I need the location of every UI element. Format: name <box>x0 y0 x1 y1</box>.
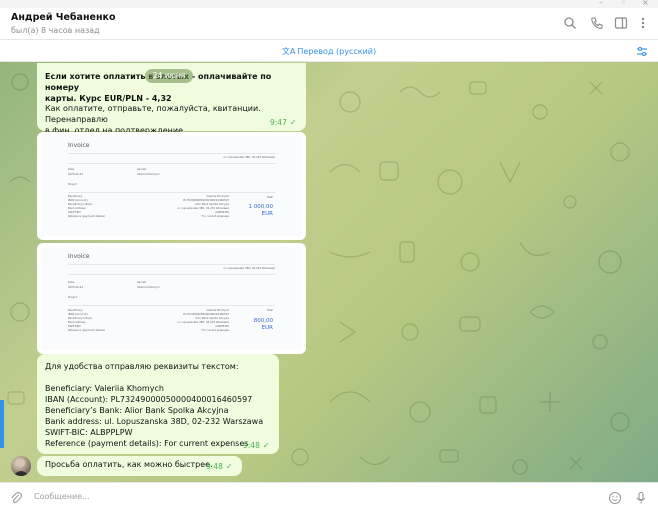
avatar-photo-icon <box>13 459 29 476</box>
maximize-icon[interactable]: ◦ <box>621 0 626 7</box>
invoice-field-label: Date <box>68 168 75 171</box>
message-bubble[interactable]: Для удобства отправляю реквизиты текстом… <box>37 354 279 454</box>
close-icon[interactable]: × <box>642 0 649 7</box>
read-check-icon: ✓ <box>289 118 297 127</box>
message-line: IBAN (Account): PL7324900005000040001646… <box>45 395 253 404</box>
invoice-frame <box>41 136 302 236</box>
message-time: 9:48 ✓ <box>243 441 270 450</box>
more-icon[interactable] <box>636 16 650 30</box>
time-label: 9:48 <box>243 441 260 450</box>
message-line: Как оплатите, отправьте, пожалуйста, кви… <box>45 104 261 124</box>
message-line: Beneficiary’s Bank: Alior Bank Spolka Ak… <box>45 406 229 415</box>
message-time: 9:48 ✓ <box>206 462 233 471</box>
translate-icon: 文A <box>281 47 296 56</box>
time-label: 9:47 <box>270 118 287 127</box>
phone-icon[interactable] <box>590 16 604 30</box>
message-line: Bank address: ul. Lopuszanska 38D, 02-23… <box>45 417 264 426</box>
message-input[interactable]: Сообщение... <box>34 492 90 501</box>
translate-label: Перевод (русский) <box>297 47 377 56</box>
scroll-indicator <box>0 400 4 448</box>
invoice-field-value: Valeriia Khomych <box>137 286 160 289</box>
chat-header: Андрей Чебаненко был(а) 8 часов назад <box>0 8 658 40</box>
message-line: Для удобства отправляю реквизиты текстом… <box>45 362 239 371</box>
options-icon[interactable] <box>636 46 648 57</box>
sidebar-icon[interactable] <box>614 16 628 30</box>
translate-button[interactable]: 文A Перевод (русский) <box>0 46 658 57</box>
message-time: 9:47 ✓ <box>270 118 297 127</box>
translate-bar: 文A Перевод (русский) <box>0 41 658 62</box>
attach-icon[interactable] <box>9 491 23 505</box>
invoice-amount: 800,00 <box>253 318 273 324</box>
invoice-field-label: Sender <box>137 168 147 171</box>
invoice-field-label: Project <box>68 296 77 299</box>
invoice-field-label: Project <box>68 183 77 186</box>
search-icon[interactable] <box>563 16 577 30</box>
message-text: Просьба оплатить, как можно быстрее. <box>45 460 213 469</box>
invoice-field-value: For current expenses <box>201 215 229 218</box>
invoice-field-label: Reference (payment details) <box>68 215 105 218</box>
divider <box>68 305 275 306</box>
contact-status: был(а) 8 часов назад <box>11 26 100 35</box>
invoice-field-label: Sender <box>137 281 147 284</box>
window-titlebar: – ◦ × <box>0 0 658 8</box>
date-pill: 24 июня <box>145 69 193 83</box>
time-label: 9:48 <box>206 462 223 471</box>
divider <box>68 192 275 193</box>
read-check-icon: ✓ <box>225 462 233 471</box>
invoice-field-label: Date <box>68 281 75 284</box>
invoice-field-value: 2025-06-24 <box>68 286 84 289</box>
minimize-icon[interactable]: – <box>599 0 603 7</box>
invoice-currency: EUR <box>261 211 273 217</box>
avatar[interactable] <box>11 456 31 476</box>
invoice-address: ul. Lopuszanska 38D, 02-232 Warszawa <box>223 267 275 270</box>
invoice-address: ul. Lopuszanska 38D, 02-232 Warszawa <box>223 156 275 159</box>
invoice-field-value: 2025-06-24 <box>68 173 84 176</box>
invoice-field-value: Valeriia Khomych <box>137 173 160 176</box>
message-line: Reference (payment details): For current… <box>45 439 249 448</box>
invoice-image[interactable]: Invoice ul. Lopuszanska 38D, 02-232 Wars… <box>37 132 306 240</box>
invoice-field-value: For current expenses <box>201 329 229 332</box>
invoice-title: Invoice <box>68 142 90 149</box>
invoice-amount: 1 000,00 <box>248 204 274 210</box>
divider <box>68 274 275 275</box>
message-composer: Сообщение... <box>0 482 658 512</box>
divider <box>68 163 275 164</box>
invoice-total-label: Total <box>266 309 273 312</box>
invoice-frame <box>41 247 302 350</box>
mic-icon[interactable] <box>634 491 648 505</box>
invoice-title: Invoice <box>68 253 90 260</box>
contact-name[interactable]: Андрей Чебаненко <box>11 12 116 23</box>
emoji-icon[interactable] <box>608 491 622 505</box>
read-check-icon: ✓ <box>262 441 270 450</box>
message-bubble[interactable]: Просьба оплатить, как можно быстрее. 9:4… <box>37 456 242 476</box>
divider <box>68 153 275 154</box>
invoice-currency: EUR <box>261 325 273 331</box>
message-line: SWIFT-BIC: ALBPPLPW <box>45 428 133 437</box>
divider <box>68 264 275 265</box>
invoice-total-label: Total <box>266 196 273 199</box>
message-line: Beneficiary: Valeriia Khomych <box>45 384 164 393</box>
invoice-image[interactable]: Invoice ul. Lopuszanska 38D, 02-232 Wars… <box>37 243 306 354</box>
invoice-field-label: Reference (payment details) <box>68 329 105 332</box>
